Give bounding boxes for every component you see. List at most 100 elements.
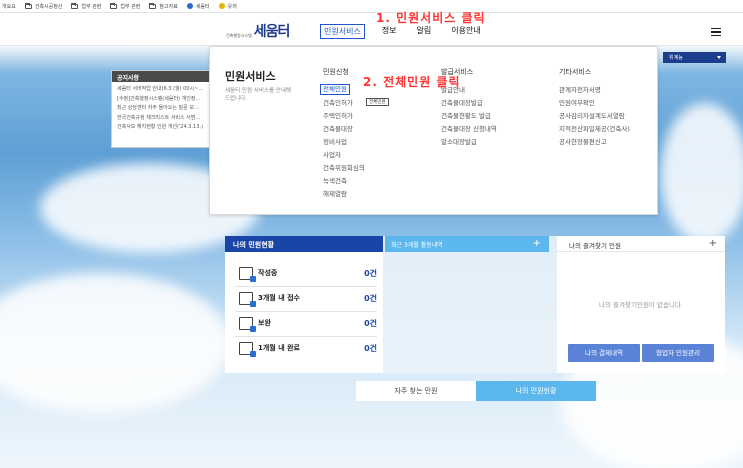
menu-item[interactable]: 건축물대장 [323, 123, 365, 136]
folder-icon [71, 2, 79, 9]
menu-item[interactable]: 건축물대장발급 [441, 97, 497, 110]
dropdown-description: 세움터 민원 서비스를 안내해드립니다. [225, 88, 291, 102]
notice-item[interactable]: 한국건축규정 체크리스트 서비스 서범... [117, 114, 204, 124]
nav-civil-service[interactable]: 민원서비스 [320, 24, 365, 39]
site-select[interactable]: 위계능 [663, 52, 726, 63]
menu-item[interactable]: 관계자전자서명 [559, 84, 630, 97]
menu-item[interactable]: 말소대장발급 [441, 136, 497, 149]
nav-notice[interactable]: 알림 [414, 24, 435, 39]
document-icon [239, 316, 256, 332]
inbox-icon [239, 291, 256, 307]
nav-info[interactable]: 정보 [379, 24, 400, 39]
bookmark-label: 업무 관련 [81, 3, 102, 10]
notice-item[interactable]: 최근 상담센터 자주 들어오는 질문 모... [117, 104, 204, 114]
hover-tooltip: 전체민원 [366, 98, 389, 106]
menu-item[interactable]: 건축위원회심의 [323, 162, 365, 175]
bookmark-label: 유저 [227, 3, 237, 10]
status-label: 보완 [258, 319, 271, 327]
menu-item[interactable]: 사업자 [323, 149, 365, 162]
divider [235, 286, 377, 287]
notice-panel: 공지사항 세움터 서버작업 안내(6.3.(월) 00시~... [수정]건축행… [111, 70, 210, 148]
status-label: 1개월 내 완료 [258, 344, 300, 352]
civil-service-dropdown: 민원서비스 세움터 민원 서비스를 안내해드립니다. 민원신청 전체민원 건축인… [209, 46, 658, 215]
column-head: 민원신청 [323, 68, 349, 76]
bookmark-item[interactable]: 유저 [218, 3, 237, 10]
annotation-step1: 1. 민원서비스 클릭 [376, 11, 486, 25]
folder-icon [24, 2, 32, 9]
menu-item[interactable]: 건축물대장 신청내역 [441, 123, 497, 136]
tab-my-status[interactable]: 나의 민원현황 [476, 381, 596, 401]
annotation-step2: 2. 전체민원 클릭 [363, 75, 461, 89]
menu-item[interactable]: 녹색건축 [323, 175, 365, 188]
menu-item[interactable]: 해제열람 [323, 188, 365, 201]
cloud-decoration [660, 103, 743, 243]
tab-frequent[interactable]: 자주 찾는 민원 [356, 381, 476, 401]
select-value: 위계능 [669, 55, 683, 61]
notice-title: 공지사항 [112, 71, 209, 82]
menu-item[interactable]: 공사현장불편신고 [559, 136, 630, 149]
bookmark-folder[interactable]: 업무 관련 [110, 2, 141, 10]
plus-icon[interactable]: + [533, 238, 541, 249]
bookmarks-bar: 개요요 건축시공정산 업무 관련 업무 관련 참고자료 세움터 유저 [0, 0, 743, 13]
main-nav: 민원서비스 정보 알림 이용안내 [320, 24, 484, 39]
hamburger-menu-icon[interactable] [711, 28, 721, 36]
menu-item[interactable]: 주택인허가 [323, 110, 365, 123]
bookmark-label: 개요요 [2, 3, 16, 10]
bookmark-folder[interactable]: 참고자료 [149, 2, 178, 10]
site-logo[interactable]: 건축행정시스템 세움터 [226, 21, 291, 41]
status-count: 0건 [364, 343, 377, 353]
notice-item[interactable]: 세움터 서버작업 안내(6.3.(월) 00시~... [117, 85, 204, 95]
column-head: 기타서비스 [559, 68, 592, 76]
menu-item[interactable]: 지적전산파일제공(건축사) [559, 123, 630, 136]
menu-item[interactable]: 정비사업 [323, 136, 365, 149]
bookmark-item[interactable]: 개요요 [2, 3, 16, 10]
bookmark-item[interactable]: 세움터 [186, 3, 210, 10]
bookmark-label: 업무 관련 [120, 3, 141, 10]
status-row-supplement[interactable]: 보완 0건 [239, 315, 377, 332]
divider [235, 336, 377, 337]
panel-header: 최근 3개월 활동내역 + [385, 236, 549, 252]
favorites-panel: 나의 즐겨찾기 민원 + 나의 즐겨찾기민원이 없습니다. 나의 결제내역 협업… [557, 236, 725, 373]
notice-item[interactable]: [수정]건축행정시스템(세움터) 개인정... [117, 95, 204, 105]
menu-item-all-civil[interactable]: 전체민원 [320, 84, 350, 95]
empty-message: 나의 즐겨찾기민원이 없습니다. [599, 301, 683, 309]
plus-icon[interactable]: + [709, 238, 717, 249]
status-label: 3개월 내 접수 [258, 294, 300, 302]
site-header: 건축행정시스템 세움터 민원서비스 정보 알림 이용안내 [0, 13, 743, 46]
status-count: 0건 [364, 318, 377, 328]
divider [235, 311, 377, 312]
dashboard-panels: 나의 민원현황 작성중 0건 3개월 내 접수 0건 보완 0건 1개월 내 완… [225, 236, 725, 373]
column-apply: 민원신청 전체민원 건축인허가 주택인허가 건축물대장 정비사업 사업자 건축위… [320, 67, 365, 201]
payment-history-button[interactable]: 나의 결제내역 [568, 344, 640, 362]
pencil-doc-icon [239, 266, 256, 282]
partner-manage-button[interactable]: 협업자 민원관리 [642, 344, 714, 362]
bookmark-folder[interactable]: 건축시공정산 [24, 2, 62, 10]
menu-item[interactable]: 민원여부확인 [559, 97, 630, 110]
logo-subtitle: 건축행정시스템 [226, 33, 252, 38]
logo-text: 세움터 [253, 24, 291, 40]
bookmark-label: 참고자료 [159, 3, 178, 10]
menu-item[interactable]: 건축인허가 [323, 97, 365, 110]
dropdown-title: 민원서비스 [225, 70, 276, 83]
folder-icon [149, 2, 157, 9]
panel-title: 나의 민원현황 [225, 236, 383, 252]
check-doc-icon [239, 341, 256, 357]
chevron-down-icon [717, 56, 721, 59]
status-row-draft[interactable]: 작성중 0건 [239, 265, 377, 282]
panel-title: 나의 즐겨찾기 민원 [569, 242, 621, 250]
notice-item[interactable]: 건축사보 해지현황 인원 개선('24.3.13.) [117, 123, 204, 133]
my-status-panel: 나의 민원현황 작성중 0건 3개월 내 접수 0건 보완 0건 1개월 내 완… [225, 236, 383, 373]
status-label: 작성중 [258, 269, 278, 277]
nav-guide[interactable]: 이용안내 [448, 24, 483, 39]
bookmark-label: 세움터 [195, 3, 210, 10]
status-count: 0건 [364, 293, 377, 303]
site-icon [218, 3, 225, 9]
cloud-decoration [0, 273, 230, 413]
bookmark-folder[interactable]: 업무 관련 [71, 2, 102, 10]
status-row-received[interactable]: 3개월 내 접수 0건 [239, 290, 377, 307]
status-row-completed[interactable]: 1개월 내 완료 0건 [239, 340, 377, 357]
menu-item[interactable]: 공사감리자설계도서열람 [559, 110, 630, 123]
panel-header: 나의 즐겨찾기 민원 + [557, 236, 725, 252]
menu-item[interactable]: 건축물현황도 발급 [441, 110, 497, 123]
folder-icon [110, 2, 118, 9]
